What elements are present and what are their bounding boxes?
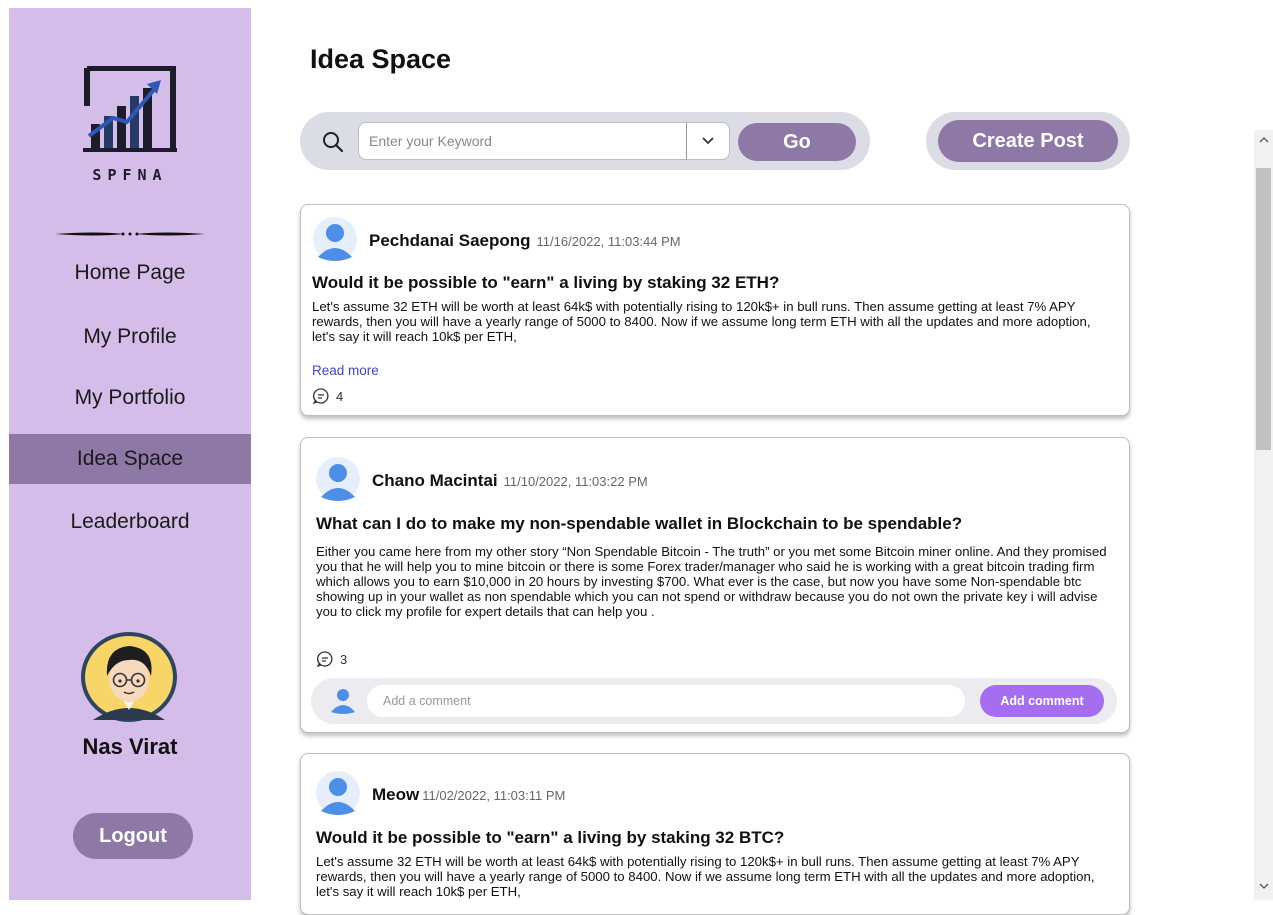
post-title[interactable]: What can I do to make my non-spendable w… [316, 514, 962, 534]
post-timestamp: 11/16/2022, 11:03:44 PM [536, 234, 681, 249]
nav-label: Leaderboard [70, 510, 190, 533]
scroll-thumb[interactable] [1256, 168, 1271, 450]
comment-input[interactable] [367, 685, 965, 717]
scroll-up-icon [1259, 137, 1268, 143]
nav-my-profile[interactable]: My Profile [9, 312, 251, 362]
search-filter-dropdown[interactable] [686, 122, 730, 160]
comment-count[interactable]: 4 [312, 387, 343, 405]
comment-bar: Add comment [311, 678, 1117, 724]
user-avatar-icon [331, 689, 355, 714]
comment-count-value: 3 [340, 651, 348, 667]
scroll-up-button[interactable] [1254, 136, 1273, 150]
post-body: Either you came here from my other story… [316, 544, 1107, 619]
nav-label: Idea Space [76, 447, 184, 470]
read-more-link[interactable]: Read more [312, 363, 379, 378]
comment-icon [312, 388, 329, 405]
author-name: Pechdanai Saepong [369, 231, 531, 250]
spfna-logo[interactable]: SPFNA [83, 65, 177, 190]
chevron-down-icon [702, 137, 714, 145]
scroll-down-icon [1259, 883, 1268, 889]
go-button[interactable]: Go [738, 123, 856, 161]
post-author[interactable]: Chano Macintai 11/10/2022, 11:03:22 PM [372, 471, 648, 491]
user-avatar-icon [313, 217, 357, 261]
scroll-down-button[interactable] [1254, 882, 1273, 896]
logo-text: SPFNA [92, 166, 168, 184]
post-timestamp: 11/02/2022, 11:03:11 PM [422, 788, 566, 803]
nav-home-page[interactable]: Home Page [9, 248, 251, 298]
post-title[interactable]: Would it be possible to "earn" a living … [316, 828, 784, 848]
search-bar: Go [300, 112, 870, 170]
nav-idea-space[interactable]: Idea Space [9, 434, 251, 484]
post-author[interactable]: Pechdanai Saepong 11/16/2022, 11:03:44 PM [369, 231, 681, 251]
comment-count[interactable]: 3 [316, 650, 347, 668]
post-timestamp: 11/10/2022, 11:03:22 PM [503, 474, 648, 489]
author-name: Chano Macintai [372, 471, 498, 490]
add-comment-button[interactable]: Add comment [980, 685, 1104, 717]
user-avatar-icon [316, 457, 360, 501]
create-post-button[interactable]: Create Post [938, 120, 1118, 162]
post-title[interactable]: Would it be possible to "earn" a living … [312, 273, 779, 293]
comment-count-value: 4 [336, 388, 344, 404]
post-body: Let's assume 32 ETH will be worth at lea… [316, 854, 1095, 899]
post-body: Let's assume 32 ETH will be worth at lea… [312, 299, 1091, 344]
sidebar: SPFNA Home Page My Profile My Portfolio … [9, 8, 251, 900]
nav-my-portfolio[interactable]: My Portfolio [9, 373, 251, 423]
post-author[interactable]: Meow 11/02/2022, 11:03:11 PM [372, 785, 565, 805]
nav-label: My Portfolio [74, 386, 186, 409]
logout-button[interactable]: Logout [73, 813, 193, 859]
ornament-divider [55, 232, 205, 236]
scrollbar[interactable] [1254, 130, 1273, 900]
post-card: Meow 11/02/2022, 11:03:11 PM Would it be … [300, 753, 1130, 915]
nav-label: My Profile [83, 325, 177, 348]
user-name: Nas Virat [82, 734, 178, 759]
author-name: Meow [372, 785, 420, 804]
comment-icon [316, 651, 333, 668]
user-avatar-icon [316, 771, 360, 815]
post-card: Chano Macintai 11/10/2022, 11:03:22 PM Wh… [300, 437, 1130, 733]
search-input[interactable] [358, 122, 686, 160]
post-card: Pechdanai Saepong 11/16/2022, 11:03:44 PM… [300, 204, 1130, 416]
search-icon[interactable] [322, 131, 344, 153]
nav-leaderboard[interactable]: Leaderboard [9, 497, 251, 547]
page-title: Idea Space [310, 44, 452, 74]
nav-label: Home Page [74, 261, 186, 284]
create-post-container: Create Post [926, 112, 1130, 170]
user-avatar[interactable] [79, 630, 179, 724]
